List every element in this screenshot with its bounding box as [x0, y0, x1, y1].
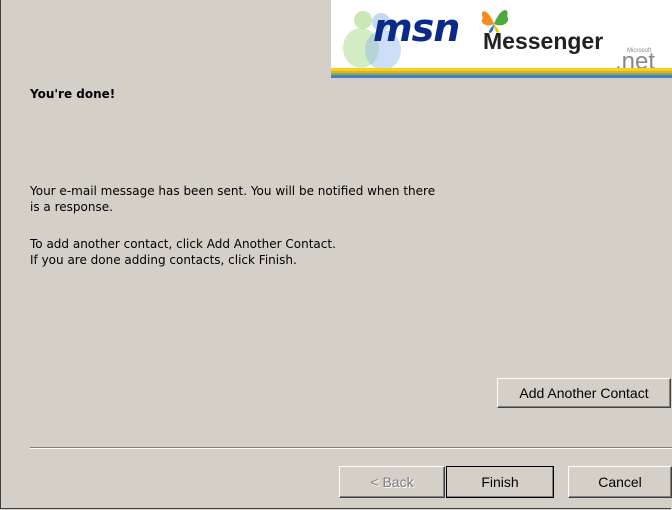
messenger-logo-text: Messenger — [483, 28, 604, 54]
wizard-dialog: msn Messenger Microsoft .net You're done… — [0, 0, 672, 509]
page-title: You're done! — [30, 87, 116, 101]
cancel-button[interactable]: Cancel — [568, 466, 672, 498]
finish-button[interactable]: Finish — [446, 466, 554, 498]
back-button[interactable]: < Back — [339, 466, 445, 498]
message-line-1: Your e-mail message has been sent. You w… — [30, 184, 436, 198]
instruction-line-2: If you are done adding contacts, click F… — [30, 253, 297, 267]
msn-messenger-banner: msn Messenger Microsoft .net — [331, 0, 672, 78]
msn-logo-text: msn — [373, 6, 460, 50]
banner-color-stripes — [331, 68, 672, 78]
instruction-line-1: To add another contact, click Add Anothe… — [30, 237, 336, 251]
separator — [30, 447, 672, 449]
add-another-contact-button[interactable]: Add Another Contact — [497, 378, 671, 408]
message-line-2: is a response. — [30, 200, 113, 214]
